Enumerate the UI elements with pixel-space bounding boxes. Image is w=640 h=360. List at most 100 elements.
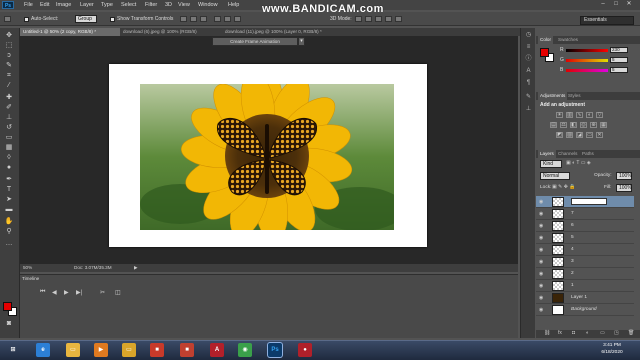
workspace-selector[interactable]: Essentials <box>580 16 634 25</box>
menu-view[interactable]: View <box>178 1 190 9</box>
exposure-icon[interactable]: ◐ <box>586 112 593 118</box>
hue-saturation-icon[interactable]: ▤ <box>550 122 557 128</box>
marquee-tool-icon[interactable]: ⬚ <box>4 42 14 50</box>
windows-start-icon[interactable]: ⊞ <box>6 343 20 357</box>
layer-row[interactable]: ◉ Background <box>536 304 634 316</box>
clone-stamp-tool-icon[interactable]: ⊥ <box>4 114 14 122</box>
crop-tool-icon[interactable]: ⌗ <box>4 72 14 80</box>
fill-value[interactable]: 100% <box>616 184 632 192</box>
brightness-icon[interactable]: ☀ <box>556 112 563 118</box>
menu-filter[interactable]: Filter <box>145 1 157 9</box>
layer-row[interactable]: ◉ Layer 1 <box>536 292 634 304</box>
blue-slider[interactable] <box>566 69 608 72</box>
layer-row[interactable]: ◉ 2 <box>536 268 634 280</box>
blend-mode-dropdown[interactable]: Normal <box>540 172 570 180</box>
first-frame-icon[interactable]: ⏮ <box>40 289 45 296</box>
eye-icon[interactable]: ◉ <box>539 235 543 241</box>
eye-icon[interactable]: ◉ <box>539 247 543 253</box>
align-center-icon[interactable] <box>224 16 231 22</box>
folder-icon[interactable]: ▭ <box>122 343 136 357</box>
zoom-tool-icon[interactable]: ⚲ <box>4 228 14 236</box>
channel-mixer-icon[interactable]: ⊕ <box>590 122 597 128</box>
photoshop-taskbar-icon[interactable]: Ps <box>268 343 282 357</box>
layer-filter-dropdown[interactable]: Kind <box>540 160 562 168</box>
red-app-icon[interactable]: ■ <box>180 343 194 357</box>
red-slider[interactable] <box>566 49 608 52</box>
3d-slide-icon[interactable] <box>385 16 392 22</box>
quick-mask-icon[interactable]: ◙ <box>4 320 14 328</box>
tab-download-6[interactable]: download (6).jpeg @ 100% (RGB/8) <box>120 28 220 36</box>
brush-preset-icon[interactable]: ✎ <box>524 94 533 101</box>
green-value[interactable]: 5 <box>610 57 628 63</box>
healing-brush-tool-icon[interactable]: ✚ <box>4 94 14 102</box>
menu-select[interactable]: Select <box>121 1 136 9</box>
chevron-down-icon[interactable]: ▾ <box>298 37 305 46</box>
layer-style-icon[interactable]: fx <box>558 330 562 336</box>
tab-channels[interactable]: Channels <box>556 150 579 158</box>
menu-image[interactable]: Image <box>56 1 71 9</box>
selective-color-icon[interactable]: ✕ <box>596 132 603 138</box>
black-white-icon[interactable]: ◧ <box>570 122 577 128</box>
tab-untitled-1[interactable]: Untitled-1 @ 50% (2 copy, RGB/8) * <box>20 28 120 36</box>
transform-controls-checkbox[interactable] <box>110 17 115 22</box>
new-layer-icon[interactable]: ◳ <box>614 330 619 336</box>
lasso-tool-icon[interactable]: ↄ <box>4 52 14 60</box>
close-icon[interactable]: ✕ <box>624 1 634 8</box>
lock-icons[interactable]: ▣ ✎ ✥ 🔒 <box>552 184 576 190</box>
eye-icon[interactable]: ◉ <box>539 295 543 301</box>
tab-styles[interactable]: Styles <box>566 92 583 100</box>
auto-select-checkbox[interactable] <box>24 17 29 22</box>
threshold-icon[interactable]: ◪ <box>576 132 583 138</box>
layer-row[interactable]: ◉ 3 <box>536 256 634 268</box>
next-frame-icon[interactable]: ▶| <box>76 289 82 296</box>
vibrance-icon[interactable]: ▽ <box>596 112 603 118</box>
acrobat-icon[interactable]: A <box>210 343 224 357</box>
path-select-tool-icon[interactable]: ➤ <box>4 196 14 204</box>
prev-frame-icon[interactable]: ◀ <box>52 289 57 296</box>
new-group-icon[interactable]: ▭ <box>600 330 605 336</box>
media-player-icon[interactable]: ▶ <box>94 343 108 357</box>
3d-pan-icon[interactable] <box>375 16 382 22</box>
type-tool-icon[interactable]: T <box>4 186 14 194</box>
internet-explorer-icon[interactable]: e <box>36 343 50 357</box>
photo-filter-icon[interactable]: ◎ <box>580 122 587 128</box>
align-bottom-icon[interactable] <box>200 16 207 22</box>
status-menu-arrow-icon[interactable]: ▶ <box>134 265 138 271</box>
hand-tool-icon[interactable]: ✋ <box>4 218 14 226</box>
red-app-icon[interactable]: ■ <box>150 343 164 357</box>
play-icon[interactable]: ▶ <box>64 289 69 296</box>
properties-icon[interactable]: ≡ <box>524 44 533 51</box>
layer-row[interactable]: ◉ 5 <box>536 232 634 244</box>
posterize-icon[interactable]: ▨ <box>566 132 573 138</box>
eye-icon[interactable]: ◉ <box>539 283 543 289</box>
blue-value[interactable]: 5 <box>610 67 628 73</box>
menu-3d[interactable]: 3D <box>165 1 172 9</box>
maximize-icon[interactable]: □ <box>611 1 621 8</box>
color-foreground-swatch[interactable] <box>540 48 549 57</box>
brush-tool-icon[interactable]: ✐ <box>4 104 14 112</box>
layer-row[interactable]: ◉ 6 <box>536 220 634 232</box>
move-tool-icon[interactable] <box>4 16 11 22</box>
delete-layer-icon[interactable]: 🗑 <box>628 330 634 336</box>
layer-row[interactable]: ◉ 1 <box>536 280 634 292</box>
gradient-map-icon[interactable]: ▭ <box>586 132 593 138</box>
menu-file[interactable]: File <box>24 1 33 9</box>
layer-name-input[interactable] <box>571 198 607 205</box>
levels-icon[interactable]: ▥ <box>566 112 573 118</box>
move-tool-icon[interactable]: ✥ <box>4 32 14 40</box>
history-icon[interactable]: ◷ <box>524 32 533 39</box>
layer-row[interactable]: ◉ 4 <box>536 244 634 256</box>
3d-scale-icon[interactable] <box>395 16 402 22</box>
color-lookup-icon[interactable]: ▦ <box>600 122 607 128</box>
layer-filter-icons[interactable]: ▣ ◐ T ▭ ◈ <box>566 160 591 166</box>
eye-icon[interactable]: ◉ <box>539 199 543 205</box>
layer-row[interactable]: ◉ 7 <box>536 208 634 220</box>
auto-select-dropdown[interactable]: Group <box>75 15 97 23</box>
eye-icon[interactable]: ◉ <box>539 223 543 229</box>
3d-roll-icon[interactable] <box>365 16 372 22</box>
eye-icon[interactable]: ◉ <box>539 259 543 265</box>
add-mask-icon[interactable]: ◘ <box>572 330 575 336</box>
quick-select-tool-icon[interactable]: ✎ <box>4 62 14 70</box>
align-left-icon[interactable] <box>214 16 221 22</box>
tab-color[interactable]: Color <box>538 36 553 44</box>
